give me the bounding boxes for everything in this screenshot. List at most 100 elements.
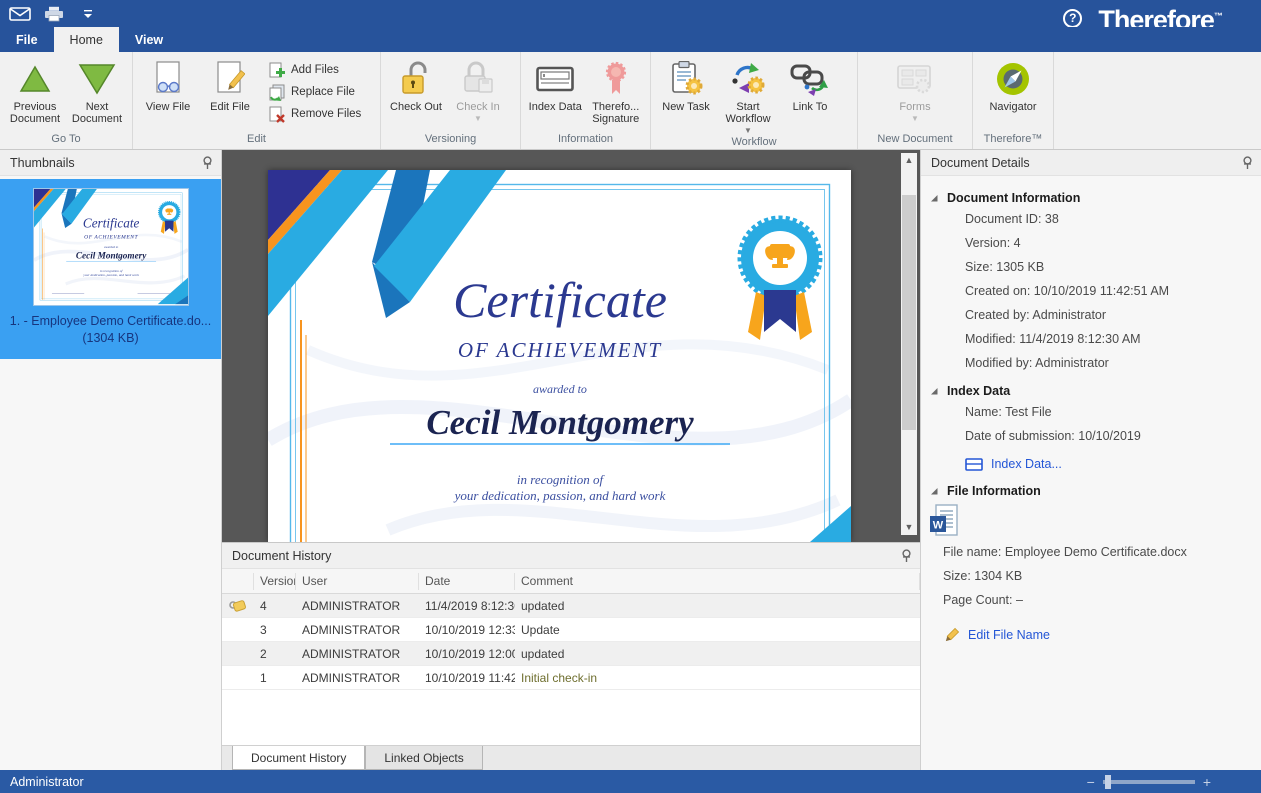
detail-file-size: Size: 1304 KB — [943, 564, 1251, 588]
navigator-button[interactable]: Navigator — [982, 54, 1044, 132]
thumbnail-item-selected[interactable]: 1. - Employee Demo Certificate.do... (13… — [0, 179, 221, 359]
help-icon[interactable]: ? — [1063, 9, 1082, 28]
history-row[interactable]: 4 ADMINISTRATOR 11/4/2019 8:12:30 AM upd… — [222, 594, 920, 618]
tab-view[interactable]: View — [119, 27, 179, 52]
tab-file[interactable]: File — [0, 27, 54, 52]
detail-index-name: Name: Test File — [965, 400, 1251, 424]
history-row[interactable]: 3 ADMINISTRATOR 10/10/2019 12:33:51 PM U… — [222, 618, 920, 642]
previous-document-button[interactable]: Previous Document — [4, 54, 66, 132]
previous-document-icon — [18, 60, 52, 98]
index-data-link-icon — [965, 458, 983, 471]
send-mail-icon[interactable] — [8, 4, 32, 24]
forms-icon — [896, 60, 934, 98]
scroll-up-icon[interactable]: ▲ — [901, 153, 917, 168]
titlebar: ? Therefore™ PEOPLE PROCESS INFORMATION — [0, 0, 1261, 27]
detail-modified-by: Modified by: Administrator — [965, 351, 1251, 375]
start-workflow-dropdown-icon: ▼ — [744, 127, 752, 135]
quick-access-dropdown-icon[interactable] — [76, 4, 100, 24]
history-header-row: Version User Date Comment — [222, 569, 920, 594]
group-label-information: Information — [525, 132, 646, 149]
pin-icon[interactable] — [202, 156, 213, 170]
section-index-data[interactable]: Index Data — [929, 384, 1251, 398]
zoom-out-button[interactable]: − — [1087, 774, 1095, 790]
edit-file-name-link[interactable]: Edit File Name — [943, 624, 1251, 646]
section-document-information[interactable]: Document Information — [929, 191, 1251, 205]
detail-file-name: File name: Employee Demo Certificate.doc… — [943, 540, 1251, 564]
check-out-icon — [399, 60, 433, 98]
col-date[interactable]: Date — [419, 573, 515, 590]
forms-button: Forms ▼ — [884, 54, 946, 132]
index-data-link[interactable]: Index Data... — [965, 453, 1251, 475]
edit-file-button[interactable]: Edit File — [199, 54, 261, 132]
ribbon-group-workflow: New Task Start Workflow ▼ Link To Workfl… — [651, 52, 858, 149]
print-icon[interactable] — [42, 4, 66, 24]
col-user[interactable]: User — [296, 573, 419, 590]
thumbnail-image — [34, 189, 188, 305]
detail-size: Size: 1305 KB — [965, 255, 1251, 279]
tab-home[interactable]: Home — [54, 27, 119, 52]
replace-file-button[interactable]: Replace File — [265, 83, 364, 101]
add-files-button[interactable]: Add Files — [265, 61, 364, 79]
check-out-button[interactable]: Check Out — [385, 54, 447, 132]
next-document-button[interactable]: Next Document — [66, 54, 128, 132]
collapse-icon — [929, 486, 939, 496]
ribbon-group-therefore: Navigator Therefore™ — [973, 52, 1054, 149]
col-version[interactable]: Version — [254, 573, 296, 590]
ribbon-group-edit: View File Edit File Add Files Replac — [133, 52, 381, 149]
scroll-down-icon[interactable]: ▼ — [901, 520, 917, 535]
zoom-slider-handle[interactable] — [1105, 775, 1111, 789]
group-label-versioning: Versioning — [385, 132, 516, 149]
document-details-panel: Document Details Document Information Do… — [920, 150, 1261, 770]
zoom-in-button[interactable]: + — [1203, 774, 1211, 790]
check-in-icon — [461, 60, 495, 98]
view-file-button[interactable]: View File — [137, 54, 199, 132]
navigator-icon — [995, 60, 1031, 98]
detail-created-on: Created on: 10/10/2019 11:42:51 AM — [965, 279, 1251, 303]
index-data-button[interactable]: Index Data — [525, 54, 586, 132]
col-comment[interactable]: Comment — [515, 573, 920, 590]
start-workflow-button[interactable]: Start Workflow ▼ — [717, 54, 779, 135]
detail-version: Version: 4 — [965, 231, 1251, 255]
history-tab-strip: Document History Linked Objects — [222, 745, 920, 770]
ribbon-group-go-to: Previous Document Next Document Go To — [0, 52, 133, 149]
document-details-title: Document Details — [931, 156, 1030, 170]
ribbon-group-information: Index Data Therefo... Signature Informat… — [521, 52, 651, 149]
new-task-button[interactable]: New Task — [655, 54, 717, 132]
tab-linked-objects[interactable]: Linked Objects — [365, 746, 482, 770]
document-viewer: ▲ ▼ Document History Version User Date C… — [222, 150, 920, 770]
document-page[interactable] — [268, 170, 851, 542]
collapse-icon — [929, 386, 939, 396]
therefore-signature-button[interactable]: Therefo... Signature — [586, 54, 647, 132]
scrollbar-thumb[interactable] — [902, 195, 916, 430]
document-history-title: Document History — [232, 549, 331, 563]
viewer-scrollbar[interactable]: ▲ ▼ — [901, 153, 917, 535]
section-file-information[interactable]: File Information — [929, 484, 1251, 498]
group-label-therefore: Therefore™ — [977, 132, 1049, 149]
forms-dropdown-icon: ▼ — [911, 115, 919, 123]
thumbnails-title: Thumbnails — [10, 156, 75, 170]
current-version-tag-icon — [229, 599, 248, 613]
edit-file-icon — [215, 60, 245, 98]
pin-icon[interactable] — [1242, 156, 1253, 170]
ribbon: Previous Document Next Document Go To Vi… — [0, 52, 1261, 150]
index-data-icon — [536, 60, 574, 98]
history-row[interactable]: 1 ADMINISTRATOR 10/10/2019 11:42:51 AM I… — [222, 666, 920, 690]
collapse-icon — [929, 193, 939, 203]
remove-files-button[interactable]: Remove Files — [265, 105, 364, 123]
pin-icon[interactable] — [901, 549, 912, 563]
tab-document-history[interactable]: Document History — [232, 746, 365, 770]
group-label-workflow: Workflow — [655, 135, 853, 150]
zoom-slider[interactable] — [1103, 780, 1195, 784]
group-label-new-document: New Document — [862, 132, 968, 149]
new-task-icon — [668, 60, 704, 98]
group-label-edit: Edit — [137, 132, 376, 149]
link-to-button[interactable]: Link To — [779, 54, 841, 132]
history-row[interactable]: 2 ADMINISTRATOR 10/10/2019 12:00:19 PM u… — [222, 642, 920, 666]
detail-modified: Modified: 11/4/2019 8:12:30 AM — [965, 327, 1251, 351]
therefore-viewer-window: ? Therefore™ PEOPLE PROCESS INFORMATION … — [0, 0, 1261, 793]
thumbnails-panel: Thumbnails 1. - Employee Demo Certificat… — [0, 150, 222, 770]
check-in-dropdown-icon: ▼ — [474, 115, 482, 123]
word-file-icon[interactable]: W — [929, 504, 959, 538]
svg-text:W: W — [933, 520, 944, 532]
next-document-icon — [77, 60, 117, 98]
